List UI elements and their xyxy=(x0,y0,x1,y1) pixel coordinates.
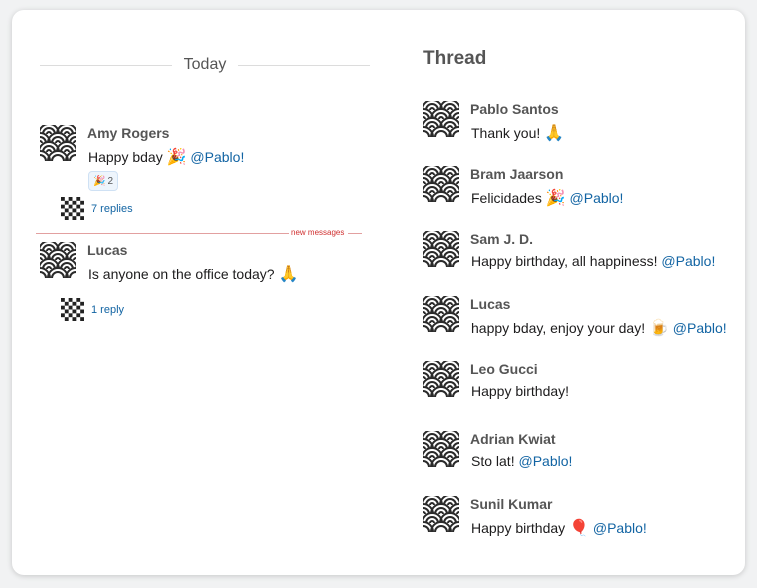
mention-link[interactable]: @Pablo! xyxy=(570,190,624,206)
message-text: Felicidades 🎉 @Pablo! xyxy=(471,188,623,208)
avatar[interactable] xyxy=(423,296,459,332)
mention-link[interactable]: @Pablo! xyxy=(190,149,244,165)
mention-link[interactable]: @Pablo! xyxy=(593,520,647,536)
message-text: Happy birthday! xyxy=(471,383,569,399)
avatar[interactable] xyxy=(423,361,459,397)
message-text: Thank you! 🙏 xyxy=(471,123,564,143)
message-author[interactable]: Lucas xyxy=(87,242,127,258)
message-body: Felicidades xyxy=(471,190,542,206)
message-author[interactable]: Pablo Santos xyxy=(470,101,559,117)
thread-pane: Thread Pablo Santos Thank you! 🙏 Bram Ja… xyxy=(412,10,745,575)
message-text: Sto lat! @Pablo! xyxy=(471,453,572,469)
message-text: Happy birthday, all happiness! @Pablo! xyxy=(471,253,715,269)
message-body: Happy bday xyxy=(88,149,163,165)
day-label: Today xyxy=(183,56,227,73)
avatar[interactable] xyxy=(423,231,459,267)
message-text: Happy birthday 🎈 @Pablo! xyxy=(471,518,647,538)
message-author[interactable]: Leo Gucci xyxy=(470,361,538,377)
avatar[interactable] xyxy=(423,166,459,202)
pray-emoji-icon: 🙏 xyxy=(544,125,565,142)
divider-line xyxy=(348,233,362,234)
message-author[interactable]: Bram Jaarson xyxy=(470,166,563,182)
message-author[interactable]: Lucas xyxy=(470,296,510,312)
message-body: Sto lat! xyxy=(471,453,515,469)
avatar xyxy=(61,298,84,321)
message-text: Happy bday 🎉 @Pablo! xyxy=(88,147,244,167)
reaction-count: 2 xyxy=(107,175,114,187)
beer-emoji-icon: 🍺 xyxy=(648,320,669,337)
thread-title: Thread xyxy=(423,48,487,69)
party-emoji-icon: 🎉 xyxy=(166,149,187,166)
mention-link[interactable]: @Pablo! xyxy=(518,453,572,469)
message-author[interactable]: Amy Rogers xyxy=(87,125,169,141)
divider-line xyxy=(238,65,370,66)
balloon-emoji-icon: 🎈 xyxy=(569,520,589,537)
party-emoji-icon: 🎉 xyxy=(93,175,106,187)
message-body: Happy birthday, all happiness! xyxy=(471,253,658,269)
channel-pane: Today Amy Rogers Happy bday 🎉 @Pablo! 🎉 … xyxy=(12,10,392,575)
message-body: happy bday, enjoy your day! xyxy=(471,320,646,336)
avatar[interactable] xyxy=(40,242,76,278)
replies-link[interactable]: 7 replies xyxy=(91,203,133,215)
pray-emoji-icon: 🙏 xyxy=(278,266,299,283)
message-text: Is anyone on the office today? 🙏 xyxy=(88,264,298,284)
day-divider: Today xyxy=(40,56,370,76)
message-body: Thank you! xyxy=(471,125,541,141)
divider-line xyxy=(40,65,172,66)
party-emoji-icon: 🎉 xyxy=(545,190,566,207)
message-text: happy bday, enjoy your day! 🍺 @Pablo! xyxy=(471,318,727,338)
replies-link[interactable]: 1 reply xyxy=(91,304,124,316)
new-messages-label: new messages xyxy=(291,228,345,237)
reaction-pill[interactable]: 🎉 2 xyxy=(88,171,119,191)
message-body: Is anyone on the office today? xyxy=(88,266,275,282)
new-messages-divider: new messages xyxy=(36,228,362,238)
divider-line xyxy=(36,233,289,234)
message-author[interactable]: Sam J. D. xyxy=(470,231,533,247)
mention-link[interactable]: @Pablo! xyxy=(661,253,715,269)
message-author[interactable]: Adrian Kwiat xyxy=(470,431,556,447)
message-author[interactable]: Sunil Kumar xyxy=(470,496,552,512)
avatar[interactable] xyxy=(40,125,76,161)
mention-link[interactable]: @Pablo! xyxy=(673,320,727,336)
message-body: Happy birthday! xyxy=(471,383,570,399)
avatar[interactable] xyxy=(423,496,459,532)
avatar[interactable] xyxy=(423,101,459,137)
avatar xyxy=(61,197,84,220)
message-body: Happy birthday xyxy=(471,520,566,536)
avatar[interactable] xyxy=(423,431,459,467)
chat-window: Today Amy Rogers Happy bday 🎉 @Pablo! 🎉 … xyxy=(12,10,745,575)
